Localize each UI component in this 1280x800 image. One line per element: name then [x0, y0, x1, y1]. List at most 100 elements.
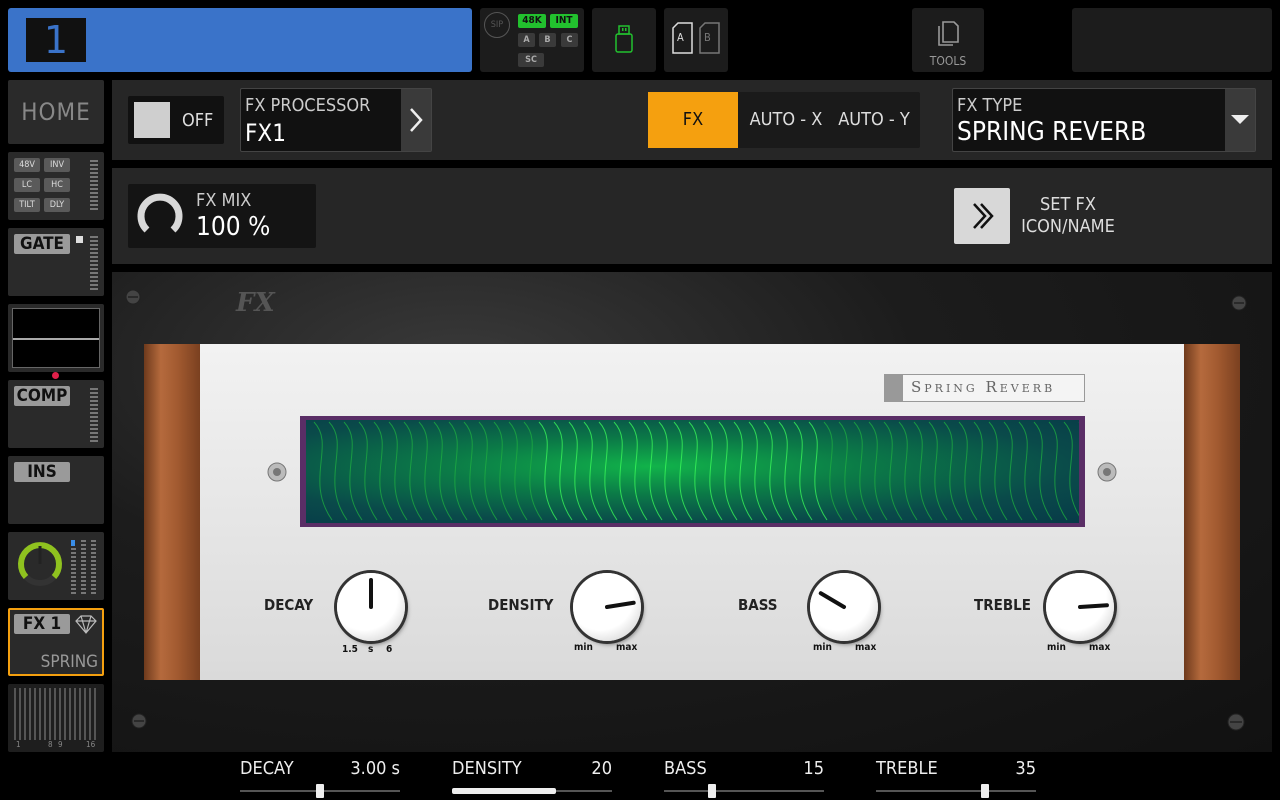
eq-active-dot: [52, 372, 59, 379]
fx-type-dropdown[interactable]: FX TYPE SPRING REVERB: [952, 88, 1256, 152]
param-bass-value: 15: [803, 758, 824, 779]
mode-auto-y-button[interactable]: AUTO - Y: [832, 92, 916, 148]
bus-b-badge: B: [539, 33, 556, 47]
fx-processor-selector[interactable]: FX PROCESSOR FX1: [240, 88, 432, 152]
spring-visualizer-screen: [306, 420, 1079, 523]
mode-auto-x-button[interactable]: AUTO - X: [744, 92, 828, 148]
meter-scale-mid2: 9: [58, 740, 63, 749]
param-bass-slider[interactable]: [664, 790, 824, 792]
meter-scale-right: 16: [86, 740, 96, 749]
set-fx-label-line2: ICON/NAME: [1021, 216, 1115, 237]
spring-coil: [868, 421, 888, 521]
density-knob[interactable]: [573, 573, 641, 641]
tools-button[interactable]: TOOLS: [912, 8, 984, 72]
spring-coil: [973, 421, 993, 521]
spring-coil: [853, 421, 873, 521]
meter-scale-mid1: 8: [48, 740, 53, 749]
usb-button[interactable]: [592, 8, 656, 72]
spring-coil: [388, 421, 408, 521]
top-right-panel[interactable]: [1072, 8, 1272, 72]
tools-label: TOOLS: [929, 54, 967, 68]
preamp-module[interactable]: 48V INV LC HC TILT DLY: [8, 152, 104, 220]
gate-label: GATE: [14, 234, 70, 254]
param-treble-slider[interactable]: [876, 790, 1036, 792]
spring-coil: [703, 421, 723, 521]
spring-coil: [943, 421, 963, 521]
eq-curve-display: [12, 308, 100, 368]
home-button[interactable]: HOME: [8, 80, 104, 144]
fx1-slot[interactable]: FX 1 SPRING: [8, 608, 104, 676]
sip-indicator: SIP: [484, 12, 510, 38]
spring-coil: [778, 421, 798, 521]
mode-fx-button[interactable]: FX: [648, 92, 738, 148]
param-treble-value: 35: [1015, 758, 1036, 779]
spring-coil: [718, 421, 738, 521]
fx-diamond-icon: [75, 615, 97, 634]
status-panel[interactable]: SIP 48K INT A B C SC: [480, 8, 584, 72]
spring-coil: [1048, 421, 1068, 521]
invert-flag: INV: [44, 158, 70, 172]
fx-power-toggle[interactable]: OFF: [128, 96, 224, 144]
fx-processor-caption: FX PROCESSOR: [245, 95, 371, 116]
bass-knob[interactable]: [810, 573, 878, 641]
slider-handle[interactable]: [316, 784, 324, 798]
power-switch-knob: [134, 102, 170, 138]
param-density-value: 20: [591, 758, 612, 779]
gate-module[interactable]: GATE: [8, 228, 104, 296]
insert-label: INS: [14, 462, 70, 482]
double-chevron-right-icon: [973, 203, 994, 229]
rack-screw-icon: [131, 713, 147, 729]
sample-rate-badge: 48K: [518, 14, 546, 28]
channel-selector[interactable]: 1: [8, 8, 472, 72]
slider-handle[interactable]: [980, 784, 989, 798]
fx-header-row: OFF FX PROCESSOR FX1 FX AUTO - X AUTO - …: [112, 80, 1272, 160]
fx1-slot-type: SPRING: [40, 652, 98, 672]
phantom-48v-flag: 48V: [14, 158, 40, 172]
treble-knob[interactable]: [1046, 573, 1114, 641]
set-fx-icon-button[interactable]: [954, 188, 1010, 244]
model-badge-stripe: [885, 375, 903, 401]
multi-channel-meter: [14, 688, 98, 740]
slider-fill[interactable]: [452, 788, 556, 794]
knob-pointer: [605, 600, 636, 609]
spring-coil: [1018, 421, 1038, 521]
set-fx-icon-label[interactable]: SET FX ICON/NAME: [1016, 194, 1120, 238]
spring-coil: [988, 421, 1008, 521]
spring-coil: [658, 421, 678, 521]
knob-max-label: max: [855, 642, 877, 653]
spring-coil: [418, 421, 438, 521]
fx-mix-control[interactable]: FX MIX 100 %: [128, 184, 316, 248]
knob-unit-label: s: [368, 644, 374, 655]
decay-knob[interactable]: [337, 573, 405, 641]
spring-coil: [538, 421, 558, 521]
insert-module[interactable]: INS: [8, 456, 104, 524]
eq-module[interactable]: [8, 304, 104, 372]
comp-module[interactable]: COMP: [8, 380, 104, 448]
slider-handle[interactable]: [708, 784, 716, 798]
highcut-flag: HC: [44, 178, 70, 192]
left-wood-panel: [144, 344, 200, 680]
model-badge: Spring Reverb: [884, 374, 1085, 402]
pan-meter-right: [91, 540, 96, 596]
spring-coil: [1033, 421, 1053, 521]
pan-module[interactable]: [8, 532, 104, 600]
spring-coil: [883, 421, 903, 521]
right-wood-panel: [1184, 344, 1240, 680]
spring-coil: [838, 421, 858, 521]
clock-source-badge: INT: [550, 14, 578, 28]
fx-type-dropdown-toggle[interactable]: [1225, 89, 1255, 151]
spring-coil: [898, 421, 918, 521]
mix-ring-icon: [137, 193, 183, 233]
ab-compare-button[interactable]: A B: [664, 8, 728, 72]
spring-coil: [568, 421, 588, 521]
spring-coil: [733, 421, 753, 521]
spring-coil: [343, 421, 363, 521]
spring-coil: [358, 421, 378, 521]
knob-label: BASS: [738, 596, 778, 614]
fx-processor-next-button[interactable]: [401, 89, 431, 151]
spring-coil: [748, 421, 768, 521]
spring-coil: [913, 421, 933, 521]
spring-coil: [688, 421, 708, 521]
spring-coils-graphic: [313, 421, 1079, 521]
channel-meters-module[interactable]: 1 8 9 16: [8, 684, 104, 752]
